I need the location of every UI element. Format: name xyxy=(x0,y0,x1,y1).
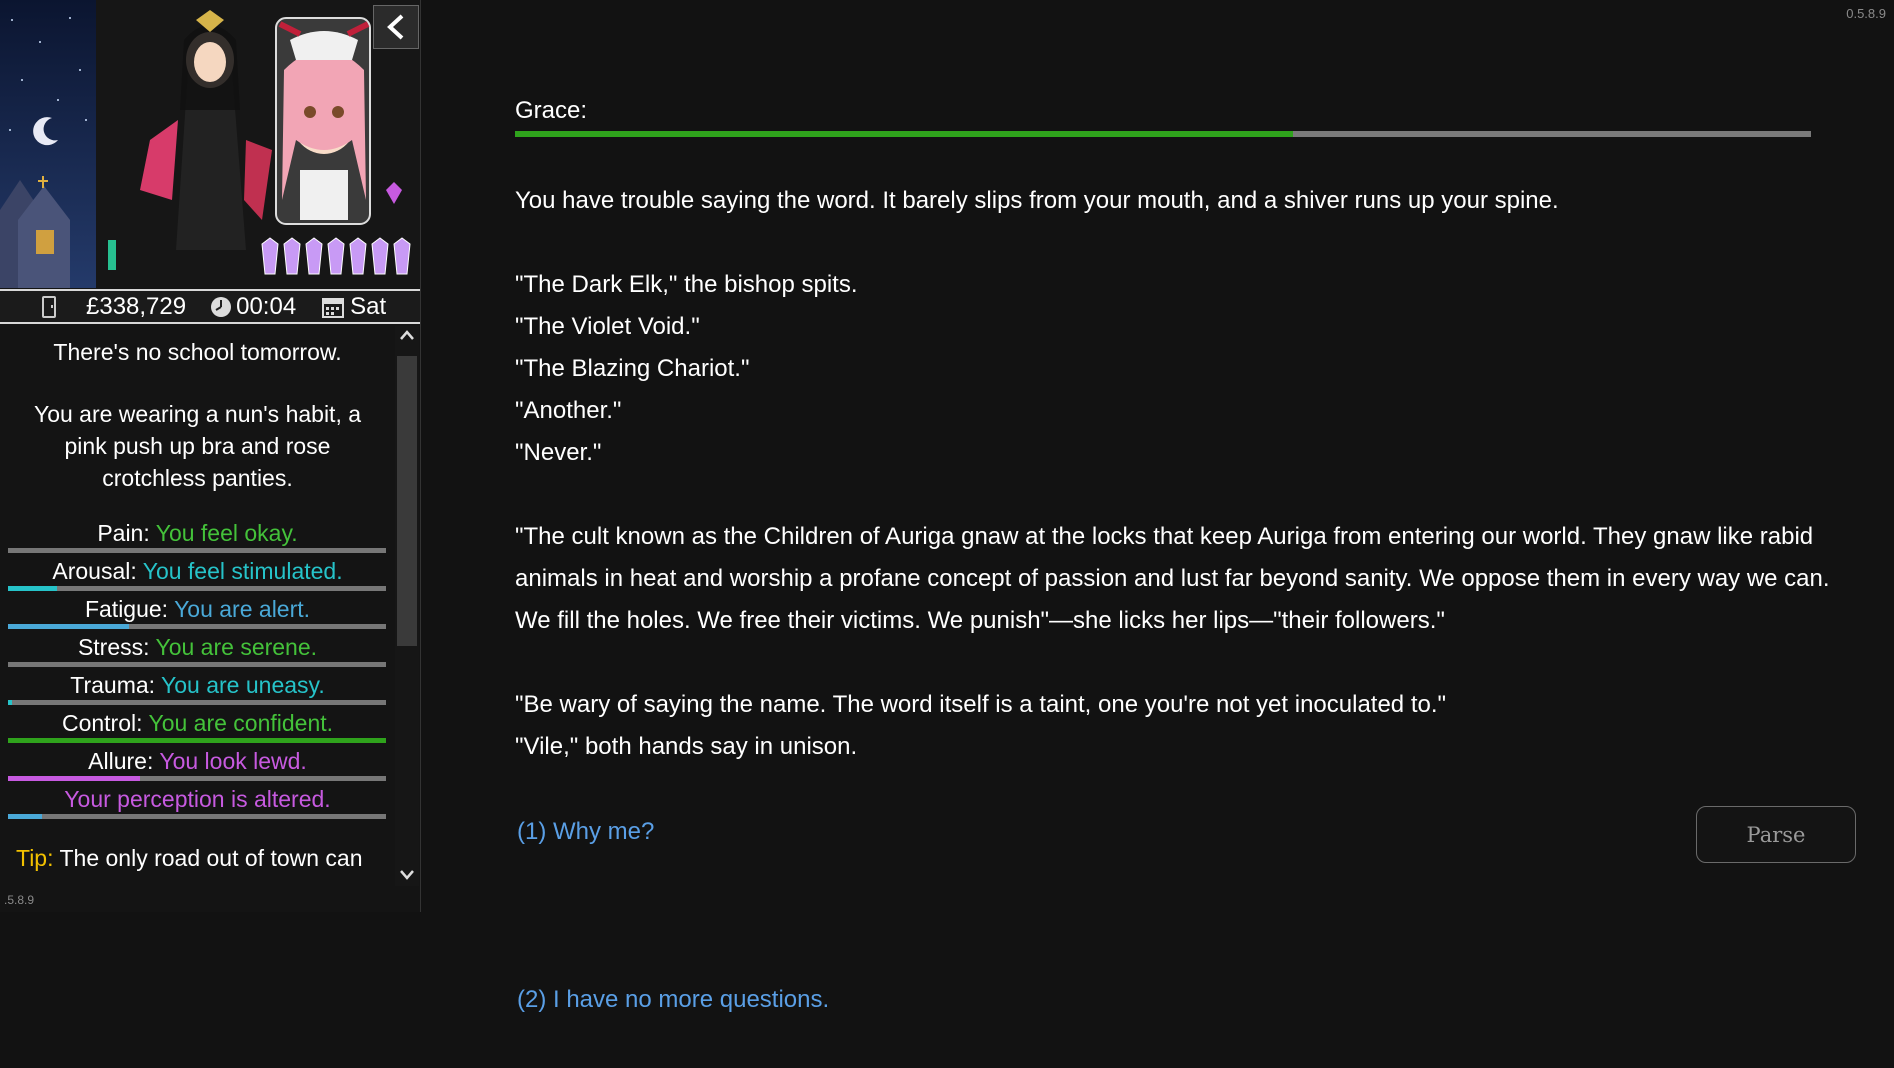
collapse-sidebar-button[interactable] xyxy=(373,5,419,49)
stat-value: You are serene. xyxy=(155,634,318,660)
sidebar-content[interactable]: There's no school tomorrow. You are wear… xyxy=(0,326,395,886)
chevron-left-icon xyxy=(387,14,404,40)
choice-link-2[interactable]: (2) I have no more questions. xyxy=(517,986,829,1014)
stat-bar xyxy=(8,586,386,591)
phone-icon[interactable] xyxy=(42,295,56,318)
chevron-down-icon[interactable] xyxy=(400,870,414,880)
stat-row: Arousal: You feel stimulated. xyxy=(0,556,395,594)
stat-name: Allure: xyxy=(88,748,160,774)
stat-name: Stress: xyxy=(77,634,156,660)
stat-row: Your perception is altered. xyxy=(0,784,395,822)
tip-label: Tip: xyxy=(16,845,54,871)
stat-name: Fatigue: xyxy=(84,596,175,622)
grace-bar-fill xyxy=(515,131,1293,137)
stat-row: Trauma: You are uneasy. xyxy=(0,670,395,708)
story-line: "Never." xyxy=(515,439,602,466)
calendar-icon xyxy=(322,296,345,318)
stat-bar xyxy=(8,776,386,781)
stat-value: Your perception is altered. xyxy=(64,786,331,812)
sidebar-version-label: .5.8.9 xyxy=(4,893,35,907)
story-line: "Vile," both hands say in unison. xyxy=(515,733,858,760)
stat-name: Arousal: xyxy=(52,558,143,584)
stat-bar-fill xyxy=(8,700,12,705)
stat-label: Control: You are confident. xyxy=(0,708,395,738)
stat-label: Allure: You look lewd. xyxy=(0,746,395,776)
stat-name: Control: xyxy=(61,710,149,736)
stat-name: Pain: xyxy=(97,520,156,546)
tip-line: Tip: The only road out of town can xyxy=(0,842,395,874)
stat-label: Stress: You are serene. xyxy=(0,632,395,662)
stat-bar xyxy=(8,738,386,743)
story-line: "The Violet Void." xyxy=(515,313,700,340)
clock-icon xyxy=(210,296,232,318)
sidebar: £338,729 00:04 Sat There's no school tom… xyxy=(0,0,421,912)
stat-bar xyxy=(8,548,386,553)
parse-button[interactable]: Parse xyxy=(1696,806,1856,863)
stat-row: Pain: You feel okay. xyxy=(0,518,395,556)
stat-bar-fill xyxy=(8,586,58,591)
story-line: "The Blazing Chariot." xyxy=(515,355,750,382)
tip-text: The only road out of town can xyxy=(59,845,363,871)
status-bar: £338,729 00:04 Sat xyxy=(0,289,420,324)
story-line: You have trouble saying the word. It bar… xyxy=(515,187,1559,214)
stat-label: Pain: You feel okay. xyxy=(0,518,395,548)
story-text: You have trouble saying the word. It bar… xyxy=(515,180,1835,768)
stat-row: Fatigue: You are alert. xyxy=(0,594,395,632)
stat-bar xyxy=(8,814,386,819)
story-line: "The cult known as the Children of Aurig… xyxy=(515,523,1830,634)
stat-value: You feel stimulated. xyxy=(142,558,343,584)
stat-row: Allure: You look lewd. xyxy=(0,746,395,784)
stat-bar-fill xyxy=(8,776,141,781)
stat-bar-fill xyxy=(8,738,386,743)
grace-bar xyxy=(515,131,1811,137)
stat-row: Control: You are confident. xyxy=(0,708,395,746)
story-line: "The Dark Elk," the bishop spits. xyxy=(515,271,858,298)
story-line: "Another." xyxy=(515,397,622,424)
stat-label: Fatigue: You are alert. xyxy=(0,594,395,624)
stat-label: Your perception is altered. xyxy=(0,784,395,814)
speaker-name: Grace: xyxy=(515,97,588,124)
stat-label: Arousal: You feel stimulated. xyxy=(0,556,395,586)
version-label: 0.5.8.9 xyxy=(1846,6,1886,21)
stat-value: You are alert. xyxy=(174,596,311,622)
sidebar-scrollbar[interactable] xyxy=(395,326,419,886)
stat-value: You feel okay. xyxy=(155,520,298,546)
scrollbar-thumb[interactable] xyxy=(397,356,417,646)
stat-row: Stress: You are serene. xyxy=(0,632,395,670)
stat-bar xyxy=(8,700,386,705)
choice-link-1[interactable]: (1) Why me? xyxy=(517,818,654,846)
character-portrait xyxy=(0,0,420,288)
stat-value: You look lewd. xyxy=(159,748,307,774)
school-notice: There's no school tomorrow. xyxy=(53,339,342,365)
portrait-art xyxy=(0,0,420,288)
stats-list: Pain: You feel okay. Arousal: You feel st… xyxy=(0,518,395,822)
stat-bar xyxy=(8,624,386,629)
story-line: "Be wary of saying the name. The word it… xyxy=(515,691,1447,718)
chevron-up-icon[interactable] xyxy=(400,330,414,340)
clothing-description: You are wearing a nun's habit, a pink pu… xyxy=(33,401,362,491)
stat-label: Trauma: You are uneasy. xyxy=(0,670,395,700)
stat-bar-fill xyxy=(8,624,129,629)
stat-value: You are uneasy. xyxy=(161,672,325,698)
time-display: 00:04 xyxy=(236,292,297,320)
stat-value: You are confident. xyxy=(148,710,334,736)
stat-bar-fill xyxy=(8,814,43,819)
money-display: £338,729 xyxy=(86,292,187,320)
stat-name: Trauma: xyxy=(70,672,162,698)
day-display: Sat xyxy=(350,292,387,320)
stat-bar xyxy=(8,662,386,667)
